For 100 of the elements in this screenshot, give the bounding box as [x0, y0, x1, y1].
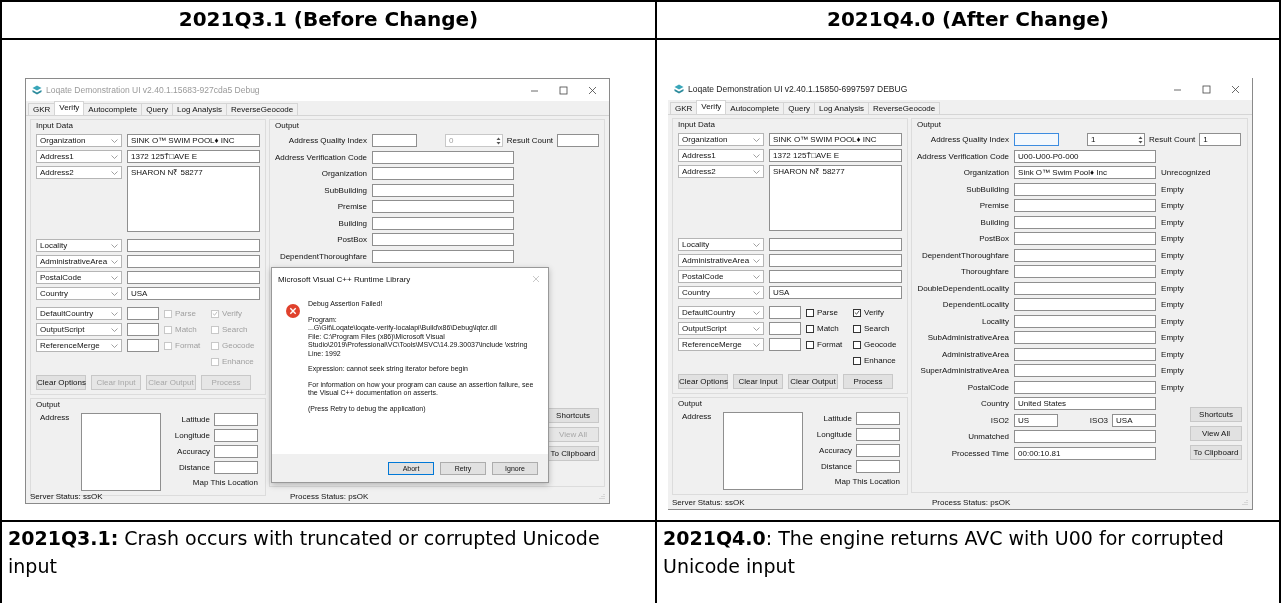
input-field[interactable]: United States	[1014, 397, 1157, 410]
caret-icon	[111, 138, 118, 143]
field-label: Address	[681, 412, 713, 423]
input-field[interactable]	[1014, 133, 1060, 146]
field-label: Processed Time	[950, 447, 1010, 460]
checkbox[interactable]: Geocode	[853, 338, 903, 351]
text-area[interactable]	[723, 412, 803, 490]
input-field[interactable]	[856, 412, 900, 425]
field-status: Unrecognized	[1161, 167, 1212, 179]
input-field[interactable]: Sink O™ Swim Pool♦ Inc	[1014, 166, 1157, 179]
group-label: Input Data	[36, 121, 73, 131]
input-field[interactable]	[1014, 248, 1157, 262]
checkmark-icon	[854, 309, 860, 316]
field-label: SubBuilding	[323, 184, 368, 197]
input-field[interactable]: USA	[769, 286, 902, 299]
checkbox[interactable]: Enhance	[853, 354, 903, 367]
dropdown[interactable]: Address2	[678, 165, 764, 178]
input-field[interactable]	[769, 306, 801, 319]
button[interactable]: Process	[843, 374, 893, 389]
input-field[interactable]	[856, 444, 900, 457]
field-label: ISO3	[1089, 415, 1109, 425]
input-field[interactable]	[1014, 215, 1157, 229]
tab[interactable]: Verify	[696, 100, 727, 114]
field-label: DependentLocality	[941, 299, 1010, 311]
tab[interactable]: Log Analysis	[814, 102, 869, 114]
input-field[interactable]	[1014, 430, 1157, 443]
input-field[interactable]	[1014, 331, 1157, 344]
input-field[interactable]	[1014, 298, 1157, 311]
field-label: SubAdministrativeArea	[926, 332, 1010, 344]
input-field[interactable]	[1014, 380, 1157, 394]
dropdown[interactable]: Country	[678, 286, 764, 299]
input-field[interactable]: 00:00:10.81	[1014, 446, 1157, 460]
button[interactable]: Shortcuts	[1190, 406, 1242, 422]
field-status: Empty	[1161, 299, 1185, 311]
input-field[interactable]	[769, 254, 902, 267]
tab[interactable]: Query	[783, 102, 816, 114]
input-field[interactable]	[856, 460, 900, 473]
tab[interactable]: GKR	[670, 102, 698, 114]
input-field[interactable]: US	[1014, 413, 1059, 427]
dropdown[interactable]: OutputScript	[678, 322, 764, 335]
field-label: Address	[39, 413, 71, 424]
input-field[interactable]	[1014, 364, 1157, 377]
number-spinner[interactable]: 1	[1087, 133, 1146, 146]
input-field[interactable]	[1014, 314, 1157, 328]
input-field[interactable]	[1014, 199, 1157, 212]
input-field[interactable]	[1014, 265, 1157, 278]
caret-icon	[753, 137, 760, 142]
caret-icon	[111, 275, 118, 280]
field-label: Address Verification Code	[917, 150, 1010, 163]
text-area[interactable]: SHARON N₹ 58277	[769, 165, 902, 231]
caret-icon	[753, 242, 760, 247]
input-field[interactable]: SINK O™ SWIM POOL♦ INC	[769, 133, 902, 146]
input-field[interactable]	[1014, 232, 1157, 245]
input-field[interactable]: USA	[1112, 413, 1157, 427]
input-field[interactable]	[769, 338, 801, 351]
button[interactable]: Clear Options	[678, 374, 728, 389]
map-link[interactable]: Map This Location	[834, 477, 900, 486]
resize-grip-icon[interactable]	[1242, 499, 1248, 505]
caret-icon	[753, 342, 760, 347]
checkbox[interactable]: Format	[806, 338, 848, 351]
dropdown[interactable]: AdministrativeArea	[678, 254, 764, 267]
field-label: DoubleDependentLocality	[917, 282, 1010, 295]
button[interactable]: To Clipboard	[1190, 444, 1242, 460]
app-logo-icon	[674, 84, 684, 94]
caption-text: 2021Q4.0: The engine returns AVC with U00 for corrupted Unicode input	[663, 526, 1225, 579]
input-field[interactable]	[856, 428, 900, 441]
checkbox[interactable]: Match	[806, 322, 848, 335]
input-field[interactable]	[769, 238, 902, 251]
group-label: Output	[36, 400, 60, 410]
spinner-arrows-icon[interactable]	[1137, 134, 1145, 145]
input-field[interactable]: 1372 125T̂□AVE E	[769, 149, 902, 162]
button[interactable]: Clear Output	[788, 374, 838, 389]
status-text: Server Status: ssOK	[672, 497, 746, 507]
dropdown[interactable]: ReferenceMerge	[678, 338, 764, 351]
dropdown[interactable]: Organization	[678, 133, 764, 146]
close-icon[interactable]	[1231, 84, 1240, 94]
button[interactable]: View All	[1190, 425, 1242, 441]
dropdown[interactable]: PostalCode	[678, 270, 764, 283]
dropdown[interactable]: Address1	[678, 149, 764, 162]
checkbox[interactable]: Search	[853, 322, 903, 335]
input-field[interactable]	[1014, 347, 1157, 361]
checkbox[interactable]: Parse	[806, 306, 848, 319]
input-field[interactable]	[1014, 281, 1157, 295]
button[interactable]: Clear Input	[733, 374, 783, 389]
field-label: Organization	[320, 168, 368, 180]
tab[interactable]: Autocomplete	[725, 102, 785, 114]
input-field[interactable]	[769, 322, 801, 335]
maximize-icon[interactable]	[1202, 84, 1211, 94]
caret-icon	[111, 170, 118, 175]
field-label: AdministrativeArea	[940, 348, 1010, 361]
field-label: SuperAdministrativeArea	[919, 365, 1010, 377]
tab[interactable]: ReverseGeocode	[868, 102, 941, 114]
checkbox[interactable]: Verify	[853, 306, 903, 319]
input-field[interactable]: U00-U00-P0-000	[1014, 149, 1157, 163]
dropdown[interactable]: Locality	[678, 238, 764, 251]
input-field[interactable]: 1	[1199, 133, 1242, 146]
input-field[interactable]	[1014, 182, 1157, 196]
input-field[interactable]	[769, 270, 902, 283]
caret-icon	[753, 258, 760, 263]
dropdown[interactable]: DefaultCountry	[678, 306, 764, 319]
